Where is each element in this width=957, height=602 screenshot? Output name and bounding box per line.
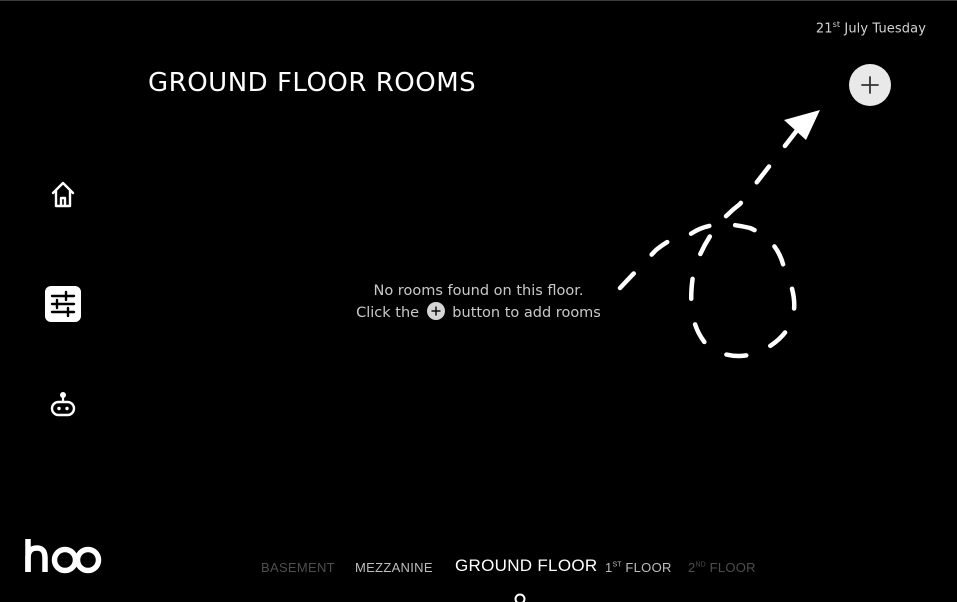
add-room-button[interactable] xyxy=(849,64,891,106)
inline-plus-icon xyxy=(426,302,445,320)
empty-state-line2-after: button to add rooms xyxy=(452,305,601,321)
date-suffix: st xyxy=(832,20,841,29)
date-display: 21st July Tuesday xyxy=(816,20,926,36)
tab-mezzanine[interactable]: MEZZANINE xyxy=(355,560,433,575)
tab-first-suffix: ST xyxy=(612,561,622,569)
sliders-icon xyxy=(45,286,81,322)
tab-first-floor[interactable]: 1ST FLOOR xyxy=(605,560,672,575)
tab-ground-floor[interactable]: GROUND FLOOR xyxy=(455,556,597,576)
sidebar-item-automation[interactable] xyxy=(41,383,85,427)
selected-tab-indicator-icon xyxy=(514,593,526,602)
top-divider xyxy=(0,0,957,1)
date-rest: July Tuesday xyxy=(844,21,926,37)
tab-second-label: FLOOR xyxy=(709,560,756,575)
home-icon xyxy=(51,181,75,208)
tab-second-num: 2 xyxy=(688,560,696,575)
robot-icon xyxy=(50,392,76,417)
tab-first-label: FLOOR xyxy=(625,560,672,575)
floor-selector: BASEMENT MEZZANINE GROUND FLOOR 1ST FLOO… xyxy=(250,555,770,583)
sidebar-item-home[interactable] xyxy=(41,172,85,216)
empty-state-line1: No rooms found on this floor. xyxy=(373,283,584,299)
date-day: 21 xyxy=(815,21,833,37)
dashed-arrow-illustration xyxy=(617,110,820,359)
tab-second-suffix: ND xyxy=(695,561,706,569)
tab-first-num: 1 xyxy=(605,560,613,575)
empty-state-message: No rooms found on this floor. Click the … xyxy=(330,281,627,324)
empty-state-line2-before: Click the xyxy=(356,305,420,321)
page-title: GROUND FLOOR ROOMS xyxy=(148,68,477,98)
empty-state-line2: Click the button to add rooms xyxy=(330,302,627,324)
plus-icon xyxy=(861,76,879,94)
hoo-logo xyxy=(24,538,104,578)
tab-second-floor[interactable]: 2ND FLOOR xyxy=(688,560,756,575)
sidebar-item-controls[interactable] xyxy=(41,282,85,326)
tab-basement[interactable]: BASEMENT xyxy=(261,560,335,575)
